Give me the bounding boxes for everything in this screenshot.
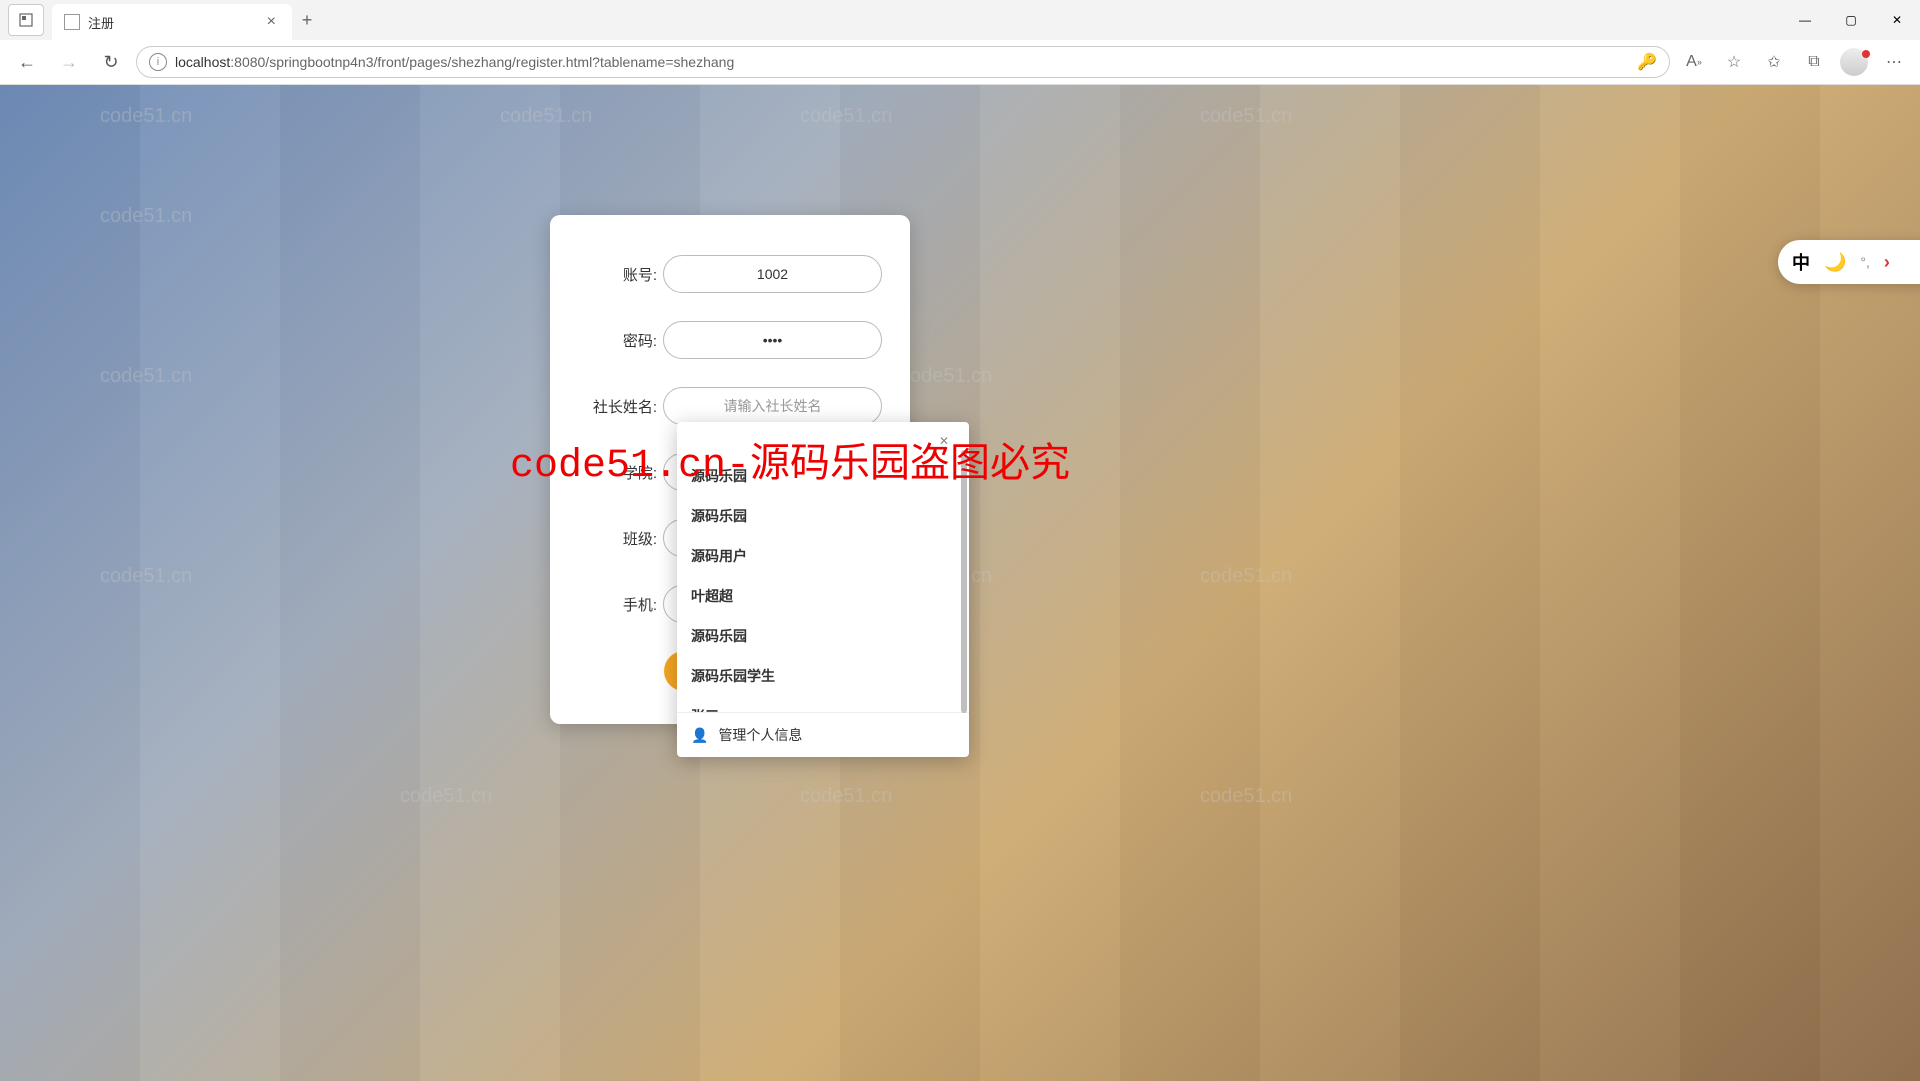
menu-button[interactable]: ⋯ xyxy=(1878,46,1910,78)
autocomplete-item[interactable]: 源码用户 xyxy=(677,536,969,576)
watermark: code51.cn xyxy=(400,785,492,808)
browser-tab[interactable]: 注册 × xyxy=(52,4,292,40)
watermark: code51.cn xyxy=(500,105,592,128)
key-icon[interactable]: 🔑 xyxy=(1637,52,1657,72)
watermark: code51.cn xyxy=(100,205,192,228)
autocomplete-item[interactable]: 源码乐园 xyxy=(677,496,969,536)
new-tab-button[interactable]: + xyxy=(292,5,322,35)
page-body: code51.cn code51.cn code51.cn code51.cn … xyxy=(0,85,1920,1081)
close-window-button[interactable]: ✕ xyxy=(1874,2,1920,38)
read-aloud-icon[interactable]: A» xyxy=(1678,46,1710,78)
minimize-button[interactable]: — xyxy=(1782,2,1828,38)
name-input[interactable] xyxy=(663,387,882,425)
ime-toggle[interactable]: 中 xyxy=(1792,249,1810,275)
autocomplete-item[interactable]: 源码乐园 xyxy=(677,456,969,496)
collections-icon[interactable]: ⧉ xyxy=(1798,46,1830,78)
favorite-icon[interactable]: ☆ xyxy=(1718,46,1750,78)
autocomplete-dropdown: ✕ 源码乐园源码乐园源码用户叶超超源码乐园源码乐园学生张三 👤 管理个人信息 xyxy=(677,422,969,757)
back-button[interactable]: ← xyxy=(10,45,44,79)
forward-button[interactable]: → xyxy=(52,45,86,79)
maximize-button[interactable]: ▢ xyxy=(1828,2,1874,38)
tab-bar: 注册 × + — ▢ ✕ xyxy=(0,0,1920,40)
college-label: 学院: xyxy=(578,462,657,483)
watermark: code51.cn xyxy=(100,365,192,388)
watermark: code51.cn xyxy=(1200,105,1292,128)
url-box[interactable]: i localhost:8080/springbootnp4n3/front/p… xyxy=(136,46,1670,78)
autocomplete-list: 源码乐园源码乐园源码用户叶超超源码乐园源码乐园学生张三 xyxy=(677,456,969,712)
moon-icon[interactable]: 🌙 xyxy=(1824,252,1846,273)
password-label: 密码: xyxy=(578,330,657,351)
site-info-icon[interactable]: i xyxy=(149,53,167,71)
account-label: 账号: xyxy=(578,264,657,285)
class-label: 班级: xyxy=(578,528,657,549)
favorites-bar-icon[interactable]: ✩ xyxy=(1758,46,1790,78)
pill-expand-icon[interactable]: › xyxy=(1884,252,1890,273)
autocomplete-manage-link[interactable]: 👤 管理个人信息 xyxy=(677,712,969,757)
tab-overview-button[interactable] xyxy=(8,4,44,36)
autocomplete-close-button[interactable]: ✕ xyxy=(933,432,955,450)
watermark: code51.cn xyxy=(1200,785,1292,808)
favicon-icon xyxy=(64,14,80,30)
account-input[interactable] xyxy=(663,255,882,293)
watermark: code51.cn xyxy=(900,365,992,388)
floating-toolbar: 中 🌙 °, › xyxy=(1778,240,1920,284)
reload-button[interactable]: ↻ xyxy=(94,45,128,79)
phone-label: 手机: xyxy=(578,594,657,615)
window-controls: — ▢ ✕ xyxy=(1782,2,1920,38)
password-input[interactable] xyxy=(663,321,882,359)
autocomplete-item[interactable]: 叶超超 xyxy=(677,576,969,616)
browser-chrome: 注册 × + — ▢ ✕ ← → ↻ i localhost:8080/spri… xyxy=(0,0,1920,85)
autocomplete-scrollbar[interactable] xyxy=(961,450,967,713)
watermark: code51.cn xyxy=(800,785,892,808)
url-text: localhost:8080/springbootnp4n3/front/pag… xyxy=(175,54,1629,70)
watermark: code51.cn xyxy=(800,105,892,128)
tab-close-button[interactable]: × xyxy=(263,13,280,31)
tab-title: 注册 xyxy=(88,13,263,32)
autocomplete-item[interactable]: 源码乐园 xyxy=(677,616,969,656)
avatar-icon[interactable] xyxy=(1838,46,1870,78)
watermark: code51.cn xyxy=(100,105,192,128)
pill-punct[interactable]: °, xyxy=(1860,254,1870,270)
watermark: code51.cn xyxy=(100,565,192,588)
autocomplete-footer-label: 管理个人信息 xyxy=(718,725,802,745)
watermark: code51.cn xyxy=(1200,565,1292,588)
name-label: 社长姓名: xyxy=(578,396,657,417)
autocomplete-item[interactable]: 源码乐园学生 xyxy=(677,656,969,696)
toolbar-icons: A» ☆ ✩ ⧉ ⋯ xyxy=(1678,46,1910,78)
address-bar: ← → ↻ i localhost:8080/springbootnp4n3/f… xyxy=(0,40,1920,84)
autocomplete-item[interactable]: 张三 xyxy=(677,696,969,712)
person-icon: 👤 xyxy=(691,727,708,744)
